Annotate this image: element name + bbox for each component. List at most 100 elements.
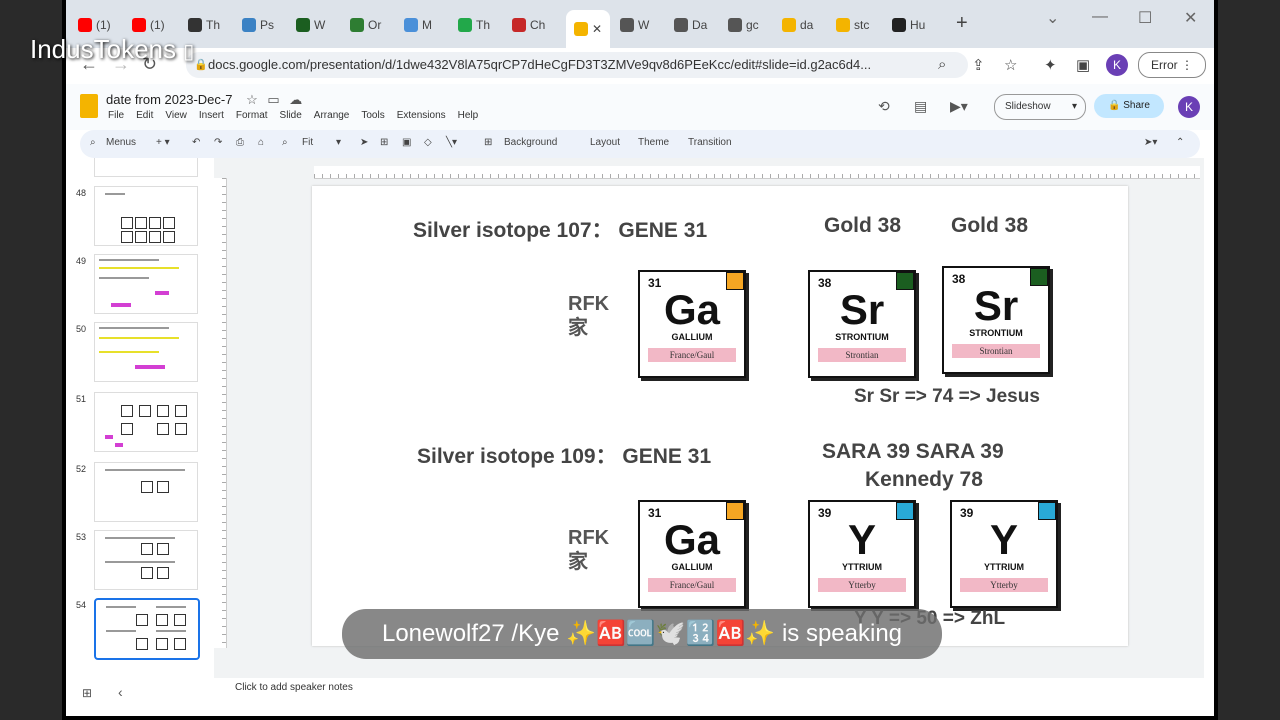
transition-button[interactable]: Transition xyxy=(688,137,732,148)
zoom-icon[interactable]: ⌕ xyxy=(282,137,288,148)
document-title[interactable]: date from 2023-Dec-7 ☆ ▭ ☁ xyxy=(106,92,302,108)
select-icon[interactable]: ➤ xyxy=(360,137,368,148)
speaker-notes[interactable]: Click to add speaker notes xyxy=(214,678,1204,702)
tab-item[interactable]: Da xyxy=(674,14,707,36)
tab-item[interactable]: W xyxy=(296,14,325,36)
tab-item[interactable]: da xyxy=(782,14,813,36)
paint-format-icon[interactable]: ⌂ xyxy=(258,137,264,148)
profile-avatar[interactable]: K xyxy=(1106,54,1128,76)
element-name: STRONTIUM xyxy=(835,332,889,342)
redo-icon[interactable]: ↷ xyxy=(214,137,222,148)
menus-search[interactable]: Menus xyxy=(106,137,136,148)
slide-thumbnail-53[interactable] xyxy=(94,530,198,590)
slides-logo-icon[interactable] xyxy=(80,94,98,118)
menu-help[interactable]: Help xyxy=(458,110,479,121)
menu-view[interactable]: View xyxy=(165,110,187,121)
menu-slide[interactable]: Slide xyxy=(280,110,302,121)
line-icon[interactable]: ╲▾ xyxy=(446,137,457,148)
chevron-down-icon[interactable]: ▾ xyxy=(336,137,341,148)
collapse-panel-icon[interactable]: ‹ xyxy=(118,684,123,700)
tab-item[interactable]: Ch xyxy=(512,14,545,36)
new-tab-button[interactable]: + xyxy=(956,12,968,35)
tab-active[interactable]: ✕ xyxy=(566,10,611,48)
close-window-icon[interactable]: ✕ xyxy=(1184,8,1197,28)
menu-extensions[interactable]: Extensions xyxy=(397,110,446,121)
move-folder-icon[interactable]: ▭ xyxy=(267,92,279,107)
slideshow-button[interactable]: Slideshow ▾ xyxy=(994,94,1086,120)
slide-canvas[interactable]: Silver isotope 107： GENE 31 Gold 38 Gold… xyxy=(312,186,1128,646)
tab-item[interactable]: Th xyxy=(188,14,220,36)
grid-view-icon[interactable]: ⊞ xyxy=(82,686,92,700)
print-icon[interactable]: ⎙ xyxy=(236,137,244,148)
tab-item[interactable]: (1) xyxy=(132,14,165,36)
slide-thumbnail-49[interactable] xyxy=(94,254,198,314)
layout-button[interactable]: Layout xyxy=(590,137,620,148)
lock-icon: 🔒 xyxy=(194,59,208,71)
row2-heading: Silver isotope 109： GENE 31 xyxy=(417,445,712,468)
star-icon[interactable]: ☆ xyxy=(1004,56,1017,74)
tab-label: Ch xyxy=(530,18,546,32)
slide-number: 53 xyxy=(76,532,87,542)
slide-thumbnail-54[interactable] xyxy=(94,598,200,660)
jia-text: 家 xyxy=(568,317,588,339)
minimize-icon[interactable]: — xyxy=(1092,8,1108,26)
horizontal-ruler[interactable] xyxy=(314,166,1200,179)
extensions-icon[interactable]: ✦ xyxy=(1044,56,1057,74)
close-icon[interactable]: ✕ xyxy=(592,22,602,36)
new-slide-button[interactable]: + ▾ xyxy=(156,137,170,148)
image-icon[interactable]: ▣ xyxy=(402,137,411,148)
chevron-up-icon[interactable]: ⌃ xyxy=(1176,137,1184,148)
slide-thumbnail-51[interactable] xyxy=(94,392,198,452)
element-symbol: Y xyxy=(847,516,876,563)
menu-arrange[interactable]: Arrange xyxy=(314,110,350,121)
share-button[interactable]: 🔒 Share xyxy=(1094,94,1164,118)
tab-item[interactable]: Hu xyxy=(892,14,925,36)
tab-item[interactable]: (1) xyxy=(78,14,111,36)
share-page-icon[interactable]: ⇪ xyxy=(972,56,985,74)
zoom-select[interactable]: Fit xyxy=(302,137,313,148)
shape-icon[interactable]: ◇ xyxy=(424,137,432,148)
background-button[interactable]: Background xyxy=(504,137,557,148)
undo-icon[interactable]: ↶ xyxy=(192,137,200,148)
tab-item[interactable]: M xyxy=(404,14,432,36)
sidebar-icon[interactable]: ▣ xyxy=(1076,56,1090,74)
slide-thumbnail-52[interactable] xyxy=(94,462,198,522)
menu-tools[interactable]: Tools xyxy=(361,110,384,121)
zoom-icon[interactable]: ⌕ xyxy=(938,56,946,73)
chevron-down-icon[interactable]: ⌄ xyxy=(1046,8,1059,28)
theme-button[interactable]: Theme xyxy=(638,137,669,148)
error-button[interactable]: Error ⋮ xyxy=(1138,52,1206,78)
tab-item[interactable]: Or xyxy=(350,14,381,36)
tab-item[interactable]: W xyxy=(620,14,649,36)
frame-icon[interactable]: ⊞ xyxy=(380,137,388,148)
vertical-ruler[interactable] xyxy=(214,178,227,648)
favicon-icon xyxy=(458,18,472,32)
slide-thumbnail-50[interactable] xyxy=(94,322,198,382)
slide-thumbnail-47[interactable] xyxy=(94,158,198,177)
slides-app-bar: date from 2023-Dec-7 ☆ ▭ ☁ File Edit View I… xyxy=(66,84,1214,130)
slide-thumbnail-48[interactable] xyxy=(94,186,198,246)
maximize-icon[interactable]: ☐ xyxy=(1138,8,1152,28)
pointer-mode-icon[interactable]: ➤▾ xyxy=(1144,137,1157,148)
search-icon[interactable]: ⌕ xyxy=(90,137,96,148)
chevron-down-icon[interactable]: ▾ xyxy=(1072,95,1077,119)
menu-insert[interactable]: Insert xyxy=(199,110,224,121)
tab-item[interactable]: stc xyxy=(836,14,869,36)
menu-edit[interactable]: Edit xyxy=(136,110,153,121)
slideshow-label: Slideshow xyxy=(1005,101,1051,112)
tab-item[interactable]: Ps xyxy=(242,14,274,36)
url-field[interactable]: 🔒 docs.google.com/presentation/d/1dwe432… xyxy=(186,52,968,78)
slide-number: 54 xyxy=(76,600,87,610)
menu-file[interactable]: File xyxy=(108,110,124,121)
tab-item[interactable]: Th xyxy=(458,14,490,36)
star-icon[interactable]: ☆ xyxy=(246,92,258,107)
favicon-icon xyxy=(132,18,146,32)
comments-icon[interactable]: ▤ xyxy=(914,98,927,115)
slide-number: 49 xyxy=(76,256,87,266)
account-avatar[interactable]: K xyxy=(1178,96,1200,118)
tab-item[interactable]: gc xyxy=(728,14,759,36)
meet-icon[interactable]: ▶▾ xyxy=(950,98,968,115)
comment-add-icon[interactable]: ⊞ xyxy=(484,137,492,148)
history-icon[interactable]: ⟲ xyxy=(878,98,890,115)
menu-format[interactable]: Format xyxy=(236,110,268,121)
